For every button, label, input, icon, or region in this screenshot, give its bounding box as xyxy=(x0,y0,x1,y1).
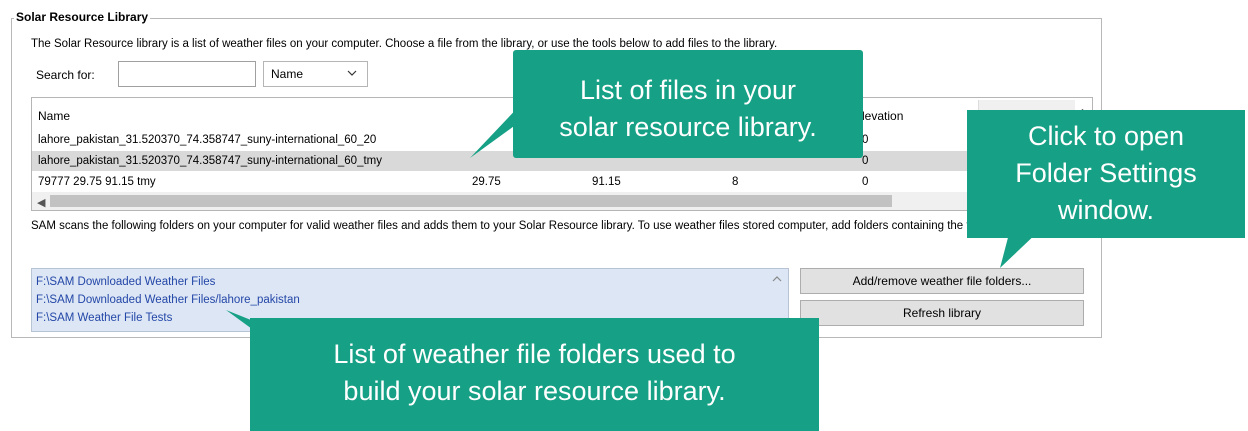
callout-text: Click to open xyxy=(1027,121,1185,151)
callout-text: build your solar resource library. xyxy=(343,376,726,406)
folder-scan-description: SAM scans the following folders on your … xyxy=(31,220,991,232)
search-field-select[interactable]: Name xyxy=(263,61,368,87)
search-field-select-value: Name xyxy=(271,67,304,81)
row-name: lahore_pakistan_31.520370_74.358747_suny… xyxy=(38,134,377,146)
refresh-library-button[interactable]: Refresh library xyxy=(800,300,1084,326)
callout-folder-list: List of weather file folders used to bui… xyxy=(250,318,819,431)
group-title: Solar Resource Library xyxy=(14,10,151,24)
horizontal-scrollbar[interactable]: ◀ xyxy=(32,192,1092,210)
library-description: The Solar Resource library is a list of … xyxy=(31,38,778,50)
column-header-name[interactable]: Name xyxy=(38,109,70,123)
row-name: lahore_pakistan_31.520370_74.358747_suny… xyxy=(38,155,382,167)
chevron-down-icon xyxy=(347,70,357,76)
folder-item[interactable]: F:\SAM Downloaded Weather Files/lahore_p… xyxy=(36,294,300,306)
row-elevation: 0 xyxy=(862,155,869,167)
callout-text: List of weather file folders used to xyxy=(333,339,736,369)
row-elevation: 0 xyxy=(862,176,869,188)
callout-text: window. xyxy=(1057,195,1155,225)
row-longitude: 91.15 xyxy=(592,176,621,188)
row-name: 79777 29.75 91.15 tmy xyxy=(38,176,156,188)
scroll-left-icon[interactable]: ◀ xyxy=(37,196,45,209)
row-timezone: 8 xyxy=(732,176,739,188)
callout-text: solar resource library. xyxy=(559,112,817,142)
callout-text: List of files in your xyxy=(579,75,797,105)
row-latitude: 29.75 xyxy=(472,176,501,188)
chevron-up-icon[interactable] xyxy=(772,274,782,284)
list-row[interactable]: 79777 29.75 91.15 tmy 29.75 91.15 8 0 xyxy=(32,172,1092,192)
add-remove-folders-button[interactable]: Add/remove weather file folders... xyxy=(800,268,1084,294)
folder-item[interactable]: F:\SAM Weather File Tests xyxy=(36,312,172,324)
scrollbar-thumb[interactable] xyxy=(50,195,892,207)
search-input[interactable] xyxy=(118,61,256,87)
callout-text: Folder Settings xyxy=(1015,158,1197,188)
callout-file-list: List of files in your solar resource lib… xyxy=(513,50,863,158)
folder-item[interactable]: F:\SAM Downloaded Weather Files xyxy=(36,276,215,288)
search-label: Search for: xyxy=(36,68,95,82)
callout-folder-settings: Click to open Folder Settings window. xyxy=(967,110,1245,238)
